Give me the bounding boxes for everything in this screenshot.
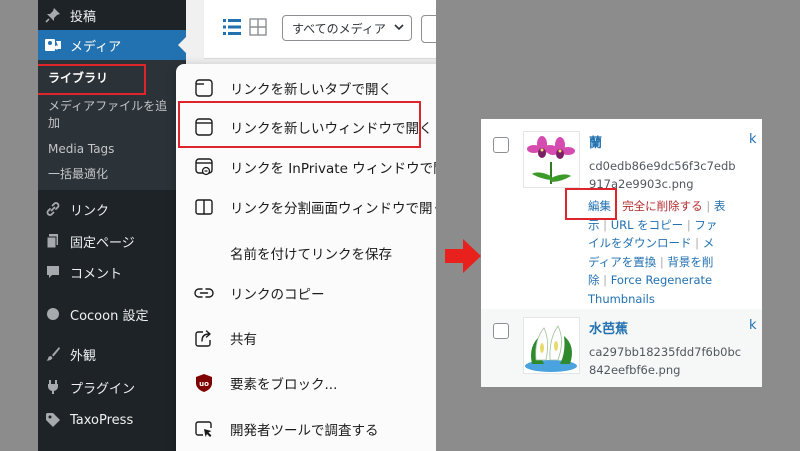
sidebar-item-links[interactable]: リンク [38,194,186,224]
row-checkbox[interactable] [493,323,509,339]
page-icon [44,232,62,250]
media-title-link[interactable]: 蘭 [589,132,602,151]
submenu-optimize[interactable]: 一括最適化 [48,166,108,183]
devtools-icon [194,419,214,439]
force-regenerate-link-part2[interactable]: Thumbnails [588,292,655,306]
sidebar-item-media[interactable]: メディア [38,30,186,60]
date-filter[interactable] [421,15,436,43]
force-regenerate-link-part1[interactable]: Force Regenerate [611,273,712,287]
sidebar-item-plugins[interactable]: プラグイン [38,372,186,402]
separator: | [695,236,703,250]
circle-icon [44,305,62,323]
new-window-highlight-box [178,101,421,148]
column-value[interactable]: k [749,318,757,333]
separator: | [706,199,714,213]
library-highlight-box [38,64,146,95]
split-screen-icon [194,197,214,217]
replace-media-link-part2[interactable]: ディアを置換 [588,255,656,269]
inprivate-icon [194,157,214,177]
media-toolbar: すべてのメディア [204,0,436,59]
column-value[interactable]: k [749,132,757,147]
comment-icon [44,263,62,281]
edit-highlight-box [565,188,617,220]
sidebar-item-appearance[interactable]: 外観 [38,339,186,369]
delete-permanently-link[interactable]: 完全に削除する [622,199,703,213]
filename-line1: cd0edb86e9dc56f3c7edb [589,159,736,173]
chevron-down-icon [394,22,404,35]
sidebar-item-comments[interactable]: コメント [38,257,186,287]
media-list-screenshot: 蘭 k cd0edb86e9dc56f3c7edb 917a2e9903c.pn… [481,119,762,387]
menu-item-label: 開発者ツールで調査する [230,423,379,439]
list-view-icon[interactable] [222,17,242,37]
sidebar-item-label: リンク [70,203,110,219]
sidebar-item-label: プラグイン [70,381,136,397]
view-link-part1[interactable]: 表 [714,199,726,213]
submenu-add-new[interactable]: メディアファイルを追 加 [48,98,167,132]
sidebar-item-label: 固定ページ [70,235,135,251]
menu-copy-link[interactable]: リンクのコピー [176,276,436,310]
menu-inspect-devtools[interactable]: 開発者ツールで調査する [176,412,436,446]
skunk-cabbage-thumbnail[interactable] [523,317,580,374]
menu-block-element[interactable]: uo 要素をブロック... [176,366,436,400]
menu-open-in-split-screen[interactable]: リンクを分割画面ウィンドウで開く [176,190,436,224]
sidebar-item-taxopress[interactable]: TaxoPress [38,405,186,435]
tag-icon [44,411,62,429]
plugin-icon [44,378,62,396]
sidebar-item-pages[interactable]: 固定ページ [38,226,186,256]
menu-item-label: 名前を付けてリンクを保存 [230,247,392,263]
download-link-part2[interactable]: イルをダウンロード [588,236,692,250]
replace-media-link-part1[interactable]: メ [703,236,715,250]
row-checkbox[interactable] [493,137,509,153]
separator: | [603,273,611,287]
menu-save-link-as[interactable]: 名前を付けてリンクを保存 [176,236,436,270]
menu-item-label: 要素をブロック... [230,377,338,393]
menu-open-in-new-tab[interactable]: リンクを新しいタブで開く [176,71,436,105]
menu-share[interactable]: 共有 [176,321,436,355]
right-arrow-icon [443,236,483,276]
link-icon [44,200,62,218]
filename-line2: 842eefbf6e.png [589,363,681,377]
pin-icon [44,6,62,24]
copy-url-link[interactable]: URL をコピー [611,218,683,232]
svg-text:uo: uo [199,380,209,388]
filename-line1: ca297bb18235fdd7f6b0bc [589,345,742,359]
wordpress-admin-screenshot: 投稿 メディア ライブラリ メディアファイルを追 加 Media Tags 一括… [38,0,436,451]
media-type-filter[interactable]: すべてのメディア [282,15,412,41]
menu-item-label: リンクを InPrivate ウィンドウで開く [230,161,436,177]
download-link-part1[interactable]: ファ [694,218,717,232]
media-title-link[interactable]: 水芭蕉 [589,318,628,337]
ublock-icon: uo [194,373,214,393]
link-copy-icon [194,283,214,303]
sidebar-item-label: 外観 [70,348,97,364]
remove-background-link-part2[interactable]: 除 [588,273,600,287]
sidebar-item-posts[interactable]: 投稿 [38,0,186,30]
submenu-media-tags[interactable]: Media Tags [48,141,114,158]
share-icon [194,328,214,348]
menu-item-label: リンクを新しいタブで開く [230,82,392,98]
sidebar-item-label: 投稿 [70,9,97,25]
media-type-filter-value: すべてのメディア [292,21,386,36]
sidebar-item-label: メディア [70,39,122,55]
menu-item-label: 共有 [230,332,257,348]
submenu-add-new-line2: 加 [48,116,61,130]
sidebar-item-label: TaxoPress [70,412,134,428]
media-icon [44,36,62,54]
remove-background-link-part1[interactable]: 背景を削 [667,255,713,269]
sidebar-item-cocoon-settings[interactable]: Cocoon 設定 [38,299,186,329]
menu-item-label: リンクを分割画面ウィンドウで開く [230,201,436,217]
table-row: 水芭蕉 k ca297bb18235fdd7f6b0bc 842eefbf6e.… [481,309,762,387]
new-tab-icon [194,78,214,98]
sidebar-item-label: コメント [70,266,123,282]
menu-item-label: リンクのコピー [230,287,325,303]
menu-open-in-inprivate[interactable]: リンクを InPrivate ウィンドウで開く [176,150,436,184]
brush-icon [44,345,62,363]
sidebar-item-label: Cocoon 設定 [70,308,149,324]
submenu-add-new-line1: メディアファイルを追 [48,99,168,113]
orchid-thumbnail[interactable] [523,131,580,188]
grid-view-icon[interactable] [248,17,268,37]
media-filename: ca297bb18235fdd7f6b0bc 842eefbf6e.png [589,343,741,379]
